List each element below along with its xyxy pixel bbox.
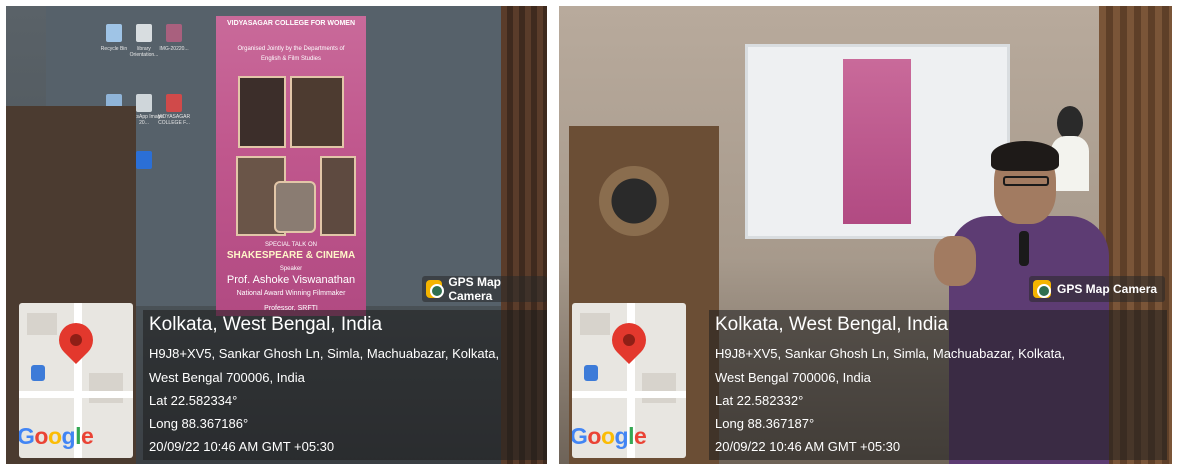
address-line-2: West Bengal 700006, India bbox=[149, 370, 305, 385]
poster-college: VIDYASAGAR COLLEGE FOR WOMEN bbox=[226, 20, 356, 27]
longitude: Long 88.367187° bbox=[715, 416, 815, 431]
poster-talk: SPECIAL TALK ON bbox=[265, 242, 317, 248]
document-icon bbox=[166, 94, 182, 112]
file-icon bbox=[136, 24, 152, 42]
map-block bbox=[89, 373, 123, 403]
poster-speaker-label: Speaker bbox=[279, 266, 303, 272]
map-block bbox=[642, 373, 676, 403]
speaker-hand bbox=[934, 236, 976, 286]
bus-stop-icon bbox=[584, 365, 598, 381]
address-line-1: H9J8+XV5, Sankar Ghosh Ln, Simla, Machua… bbox=[149, 346, 500, 361]
latitude: Lat 22.582334° bbox=[149, 393, 238, 408]
address-line-1: H9J8+XV5, Sankar Ghosh Ln, Simla, Machua… bbox=[715, 346, 1066, 361]
map-block bbox=[580, 313, 610, 335]
actor-portrait bbox=[290, 76, 344, 148]
bus-stop-icon bbox=[31, 365, 45, 381]
address-line-2: West Bengal 700006, India bbox=[715, 370, 871, 385]
gps-tag-label: GPS Map Camera bbox=[448, 275, 501, 303]
image-file-icon bbox=[166, 24, 182, 42]
speaker-hair bbox=[991, 141, 1059, 171]
word-document-icon bbox=[136, 151, 152, 169]
google-logo: Google bbox=[19, 423, 94, 449]
map-thumbnail: Google bbox=[19, 303, 133, 458]
poster-title: SHAKESPEARE & CINEMA bbox=[226, 250, 356, 261]
location-info-box: Kolkata, West Bengal, India H9J8+XV5, Sa… bbox=[143, 310, 547, 460]
location-info-box: Kolkata, West Bengal, India H9J8+XV5, Sa… bbox=[709, 310, 1167, 460]
poster-role1: National Award Winning Filmmaker bbox=[236, 290, 346, 297]
location-title: Kolkata, West Bengal, India bbox=[715, 314, 949, 335]
bust-head bbox=[1057, 106, 1083, 140]
glasses bbox=[1003, 176, 1049, 186]
datetime: 20/09/22 10:46 AM GMT +05:30 bbox=[149, 439, 335, 454]
gps-map-camera-tag: GPS Map Camera bbox=[422, 275, 547, 303]
datetime: 20/09/22 10:46 AM GMT +05:30 bbox=[715, 439, 901, 454]
map-thumbnail: Google bbox=[572, 303, 686, 458]
shakespeare-portrait bbox=[238, 76, 286, 148]
poster-departments: English & Film Studies bbox=[260, 56, 322, 62]
location-title: Kolkata, West Bengal, India bbox=[149, 314, 383, 335]
gps-map-camera-tag: GPS Map Camera bbox=[1029, 276, 1166, 302]
film-still bbox=[274, 181, 316, 233]
map-block bbox=[27, 313, 57, 335]
map-road bbox=[19, 391, 133, 398]
longitude: Long 88.367186° bbox=[149, 416, 249, 431]
college-seal bbox=[599, 166, 669, 236]
image-file-icon bbox=[136, 94, 152, 112]
desktop-icon-label: VIDYASAGAR COLLEGE F... bbox=[157, 114, 191, 126]
google-logo: Google bbox=[572, 423, 647, 449]
recycle-bin-icon bbox=[106, 24, 122, 42]
poster-organised: Organised Jointly by the Departments of bbox=[237, 46, 345, 52]
event-poster: VIDYASAGAR COLLEGE FOR WOMEN Organised J… bbox=[216, 16, 366, 316]
location-pin-icon bbox=[51, 315, 101, 365]
desktop-icon-label: IMG-20220... bbox=[159, 46, 189, 52]
film-still bbox=[320, 156, 356, 236]
event-poster bbox=[843, 59, 911, 224]
location-pin-icon bbox=[604, 315, 654, 365]
gps-camera-icon bbox=[1033, 280, 1051, 298]
microphone-icon bbox=[1019, 231, 1029, 266]
map-road bbox=[572, 391, 686, 398]
gps-tag-label: GPS Map Camera bbox=[1057, 282, 1158, 296]
latitude: Lat 22.582332° bbox=[715, 393, 804, 408]
gps-camera-icon bbox=[426, 280, 445, 298]
poster-speaker: Prof. Ashoke Viswanathan bbox=[226, 274, 356, 286]
photo-right: GPS Map Camera Google Kolkata, West Beng… bbox=[559, 6, 1172, 464]
photo-left: Recycle Bin library Orientation... IMG-2… bbox=[6, 6, 547, 464]
